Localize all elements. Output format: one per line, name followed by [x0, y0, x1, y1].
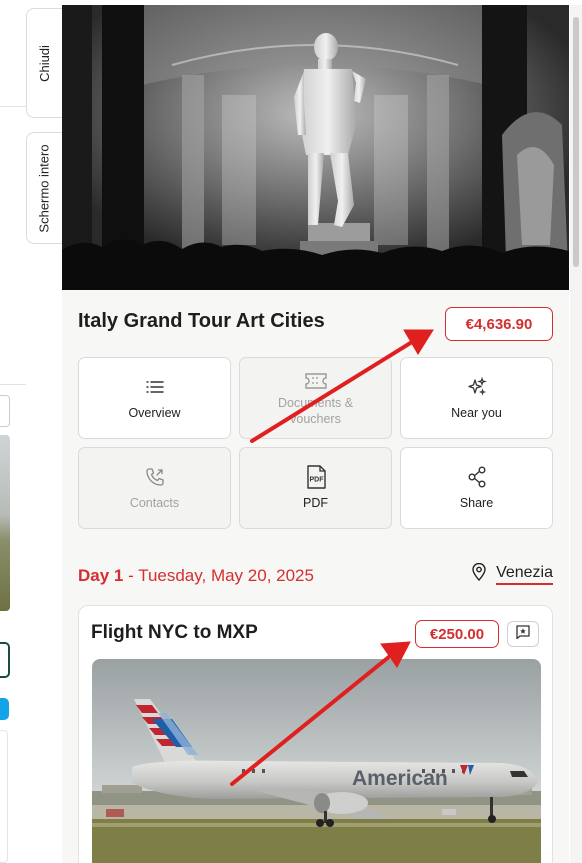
fullscreen-tab[interactable]: Schermo intero: [26, 132, 62, 244]
divider: [0, 106, 26, 107]
sparkles-icon: [465, 375, 489, 399]
overview-label: Overview: [128, 406, 181, 420]
close-tab-label: Chiudi: [37, 44, 53, 82]
svg-text:PDF: PDF: [309, 477, 324, 484]
share-icon: [465, 465, 489, 489]
background-field: [0, 642, 10, 678]
background-image: [0, 435, 10, 611]
day-label: Day 1 - Tuesday, May 20, 2025: [78, 566, 314, 586]
near-you-button[interactable]: Near you: [400, 357, 553, 439]
ticket-icon: [304, 369, 328, 393]
pdf-icon: PDF: [304, 465, 328, 489]
list-icon: [143, 375, 167, 399]
background-page: [0, 0, 62, 863]
american-airlines-plane-photo: American: [92, 659, 541, 863]
near-you-label: Near you: [451, 406, 502, 420]
location-pin-icon: [472, 562, 486, 586]
airline-livery-text: American: [352, 767, 448, 790]
day-number: Day 1: [78, 566, 124, 585]
background-card: [0, 730, 8, 863]
day-header: Day 1 - Tuesday, May 20, 2025 Venezia: [78, 562, 553, 589]
phone-icon: [143, 465, 167, 489]
scrollbar[interactable]: [570, 5, 582, 863]
share-label: Share: [459, 496, 494, 510]
trip-title: Italy Grand Tour Art Cities: [78, 310, 325, 332]
fullscreen-tab-label: Schermo intero: [37, 143, 52, 233]
background-button: [0, 395, 10, 427]
contacts-button[interactable]: Contacts: [78, 447, 231, 529]
message-star-icon: [515, 624, 531, 645]
city-name: Venezia: [496, 564, 553, 585]
day-separator: -: [123, 566, 139, 585]
scrollbar-thumb[interactable]: [573, 17, 579, 267]
city-location-link[interactable]: Venezia: [472, 562, 553, 586]
flight-card[interactable]: Flight NYC to MXP €250.00 American: [78, 605, 553, 863]
flight-title: Flight NYC to MXP: [91, 622, 258, 643]
contacts-label: Contacts: [129, 496, 180, 510]
trip-price-badge[interactable]: €4,636.90: [445, 307, 553, 341]
flight-image: American: [92, 659, 541, 863]
documents-vouchers-button[interactable]: Documents & vouchers: [239, 357, 392, 439]
hero-image: [62, 5, 569, 290]
background-toggle: [0, 698, 9, 720]
message-button[interactable]: [507, 621, 539, 647]
flight-price-badge[interactable]: €250.00: [415, 620, 499, 648]
documents-vouchers-label: Documents & vouchers: [277, 396, 354, 426]
trip-panel: Italy Grand Tour Art Cities €4,636.90 Ov…: [62, 5, 569, 863]
pdf-button[interactable]: PDF PDF: [239, 447, 392, 529]
day-date: Tuesday, May 20, 2025: [138, 566, 314, 585]
close-panel-tab[interactable]: Chiudi: [26, 8, 62, 118]
pdf-label: PDF: [303, 496, 328, 510]
share-button[interactable]: Share: [400, 447, 553, 529]
divider: [0, 384, 26, 385]
statue-gallery-photo: [62, 5, 569, 290]
overview-button[interactable]: Overview: [78, 357, 231, 439]
